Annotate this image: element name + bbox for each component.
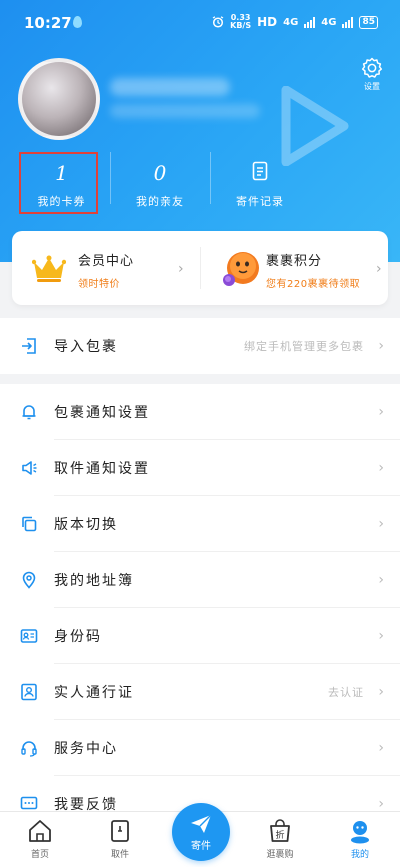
send-records-icon xyxy=(252,161,268,187)
row-label: 实人通行证 xyxy=(54,685,134,701)
battery-icon: 85 xyxy=(359,15,378,29)
chevron-right-icon: › xyxy=(378,338,384,354)
service-center-row[interactable]: 服务中心 › xyxy=(0,720,400,776)
mine-avatar-icon xyxy=(351,821,369,844)
pickup-notification-row[interactable]: 取件通知设置 › xyxy=(0,440,400,496)
user-id-blurred xyxy=(110,104,260,118)
version-switch-row[interactable]: 版本切换 › xyxy=(0,496,400,552)
pickup-locker-icon xyxy=(111,820,129,842)
chevron-right-icon: › xyxy=(378,404,384,420)
import-package-label: 导入包裹 xyxy=(54,339,118,355)
paper-plane-icon xyxy=(191,814,212,833)
row-label: 版本切换 xyxy=(54,517,118,533)
status-indicators: 0.33 KB/S HD 4G 4G 85 xyxy=(212,14,378,30)
row-label: 身份码 xyxy=(54,629,102,645)
settings-button[interactable]: 设置 xyxy=(356,56,388,92)
row-label: 包裹通知设置 xyxy=(54,405,150,421)
guogu-points-subtitle: 您有220裹裹待领取 xyxy=(266,279,361,290)
signal-icon xyxy=(304,16,316,28)
copy-icon xyxy=(22,516,37,532)
network-speed: 0.33 KB/S xyxy=(230,14,251,30)
avatar[interactable] xyxy=(18,58,100,140)
feedback-icon xyxy=(20,796,38,810)
gear-icon xyxy=(361,57,383,78)
svg-text:折: 折 xyxy=(275,829,284,841)
row-value: 去认证 xyxy=(328,686,364,699)
stat-relatives[interactable]: 0 我的亲友 xyxy=(110,152,210,218)
shopping-bag-icon: 折 xyxy=(270,819,290,842)
import-package-hint: 绑定手机管理更多包裹 xyxy=(244,340,364,353)
import-section: 导入包裹 绑定手机管理更多包裹 › xyxy=(0,318,400,374)
profile-header: 10:27 0.33 KB/S HD 4G 4G 85 设置 xyxy=(0,0,400,262)
chevron-right-icon: › xyxy=(178,261,184,277)
identity-code-row[interactable]: 身份码 › xyxy=(0,608,400,664)
status-bar: 10:27 0.33 KB/S HD 4G 4G 85 xyxy=(0,0,400,46)
highlight-box-coupons xyxy=(19,152,98,214)
speaker-icon xyxy=(22,461,37,475)
member-center-subtitle: 领时特价 xyxy=(78,279,120,290)
nav-home[interactable]: 首页 xyxy=(0,812,80,867)
stat-relatives-label: 我的亲友 xyxy=(136,195,184,208)
settings-label: 设置 xyxy=(364,82,380,91)
nav-home-label: 首页 xyxy=(30,850,49,860)
bell-icon xyxy=(22,405,36,420)
nav-mine-label: 我的 xyxy=(350,850,369,860)
chevron-right-icon: › xyxy=(378,740,384,756)
nav-pickup-label: 取件 xyxy=(110,850,129,860)
guogu-points-title: 裹裹积分 xyxy=(266,254,323,269)
import-package-row[interactable]: 导入包裹 绑定手机管理更多包裹 › xyxy=(0,318,400,374)
row-label: 服务中心 xyxy=(54,741,118,757)
real-person-pass-row[interactable]: 实人通行证 去认证 › xyxy=(0,664,400,720)
import-icon xyxy=(22,338,36,354)
send-package-label: 寄件 xyxy=(191,840,211,852)
notification-drop-icon xyxy=(73,16,82,28)
row-label: 我要反馈 xyxy=(54,797,118,811)
send-package-button[interactable]: 寄件 xyxy=(172,803,230,861)
id-card-icon xyxy=(20,629,38,643)
home-icon xyxy=(29,820,51,842)
chevron-right-icon: › xyxy=(376,261,382,277)
nav-shop-label: 逛裹购 xyxy=(266,850,294,860)
chevron-right-icon: › xyxy=(378,796,384,811)
nav-pickup[interactable]: 取件 xyxy=(80,812,160,867)
alarm-icon xyxy=(212,16,224,28)
nav-shop[interactable]: 折 逛裹购 xyxy=(240,812,320,867)
stat-send-records[interactable]: 寄件记录 xyxy=(210,152,310,218)
status-time: 10:27 xyxy=(24,14,72,32)
member-card: 会员中心 领时特价 › 裹裹积分 您有220裹裹待领取 › xyxy=(12,231,388,305)
settings-list: 包裹通知设置 › 取件通知设置 › 版本切换 › 我的地址簿 › 身份码 › 实… xyxy=(0,384,400,811)
points-mascot-icon xyxy=(223,252,259,286)
chevron-right-icon: › xyxy=(378,516,384,532)
signal-icon-2 xyxy=(342,16,354,28)
person-badge-icon xyxy=(21,683,37,701)
crown-icon xyxy=(32,255,66,282)
headset-icon xyxy=(21,741,37,757)
network-speed-unit: KB/S xyxy=(230,21,252,30)
network-type-1: 4G xyxy=(283,16,299,28)
nav-mine[interactable]: 我的 xyxy=(320,812,400,867)
row-label: 取件通知设置 xyxy=(54,461,150,477)
chevron-right-icon: › xyxy=(378,572,384,588)
username-blurred[interactable] xyxy=(110,78,230,96)
stat-send-records-label: 寄件记录 xyxy=(236,195,284,208)
location-pin-icon xyxy=(22,571,36,589)
hd-indicator: HD xyxy=(257,15,278,29)
network-type-2: 4G xyxy=(321,16,337,28)
package-notification-row[interactable]: 包裹通知设置 › xyxy=(0,384,400,440)
member-center[interactable]: 会员中心 领时特价 › xyxy=(12,231,200,305)
member-center-title: 会员中心 xyxy=(78,254,135,269)
row-label: 我的地址簿 xyxy=(54,573,134,589)
stat-relatives-value: 0 xyxy=(153,161,167,185)
guogu-points[interactable]: 裹裹积分 您有220裹裹待领取 › xyxy=(200,231,388,305)
chevron-right-icon: › xyxy=(378,460,384,476)
chevron-right-icon: › xyxy=(378,628,384,644)
chevron-right-icon: › xyxy=(378,684,384,700)
address-book-row[interactable]: 我的地址簿 › xyxy=(0,552,400,608)
